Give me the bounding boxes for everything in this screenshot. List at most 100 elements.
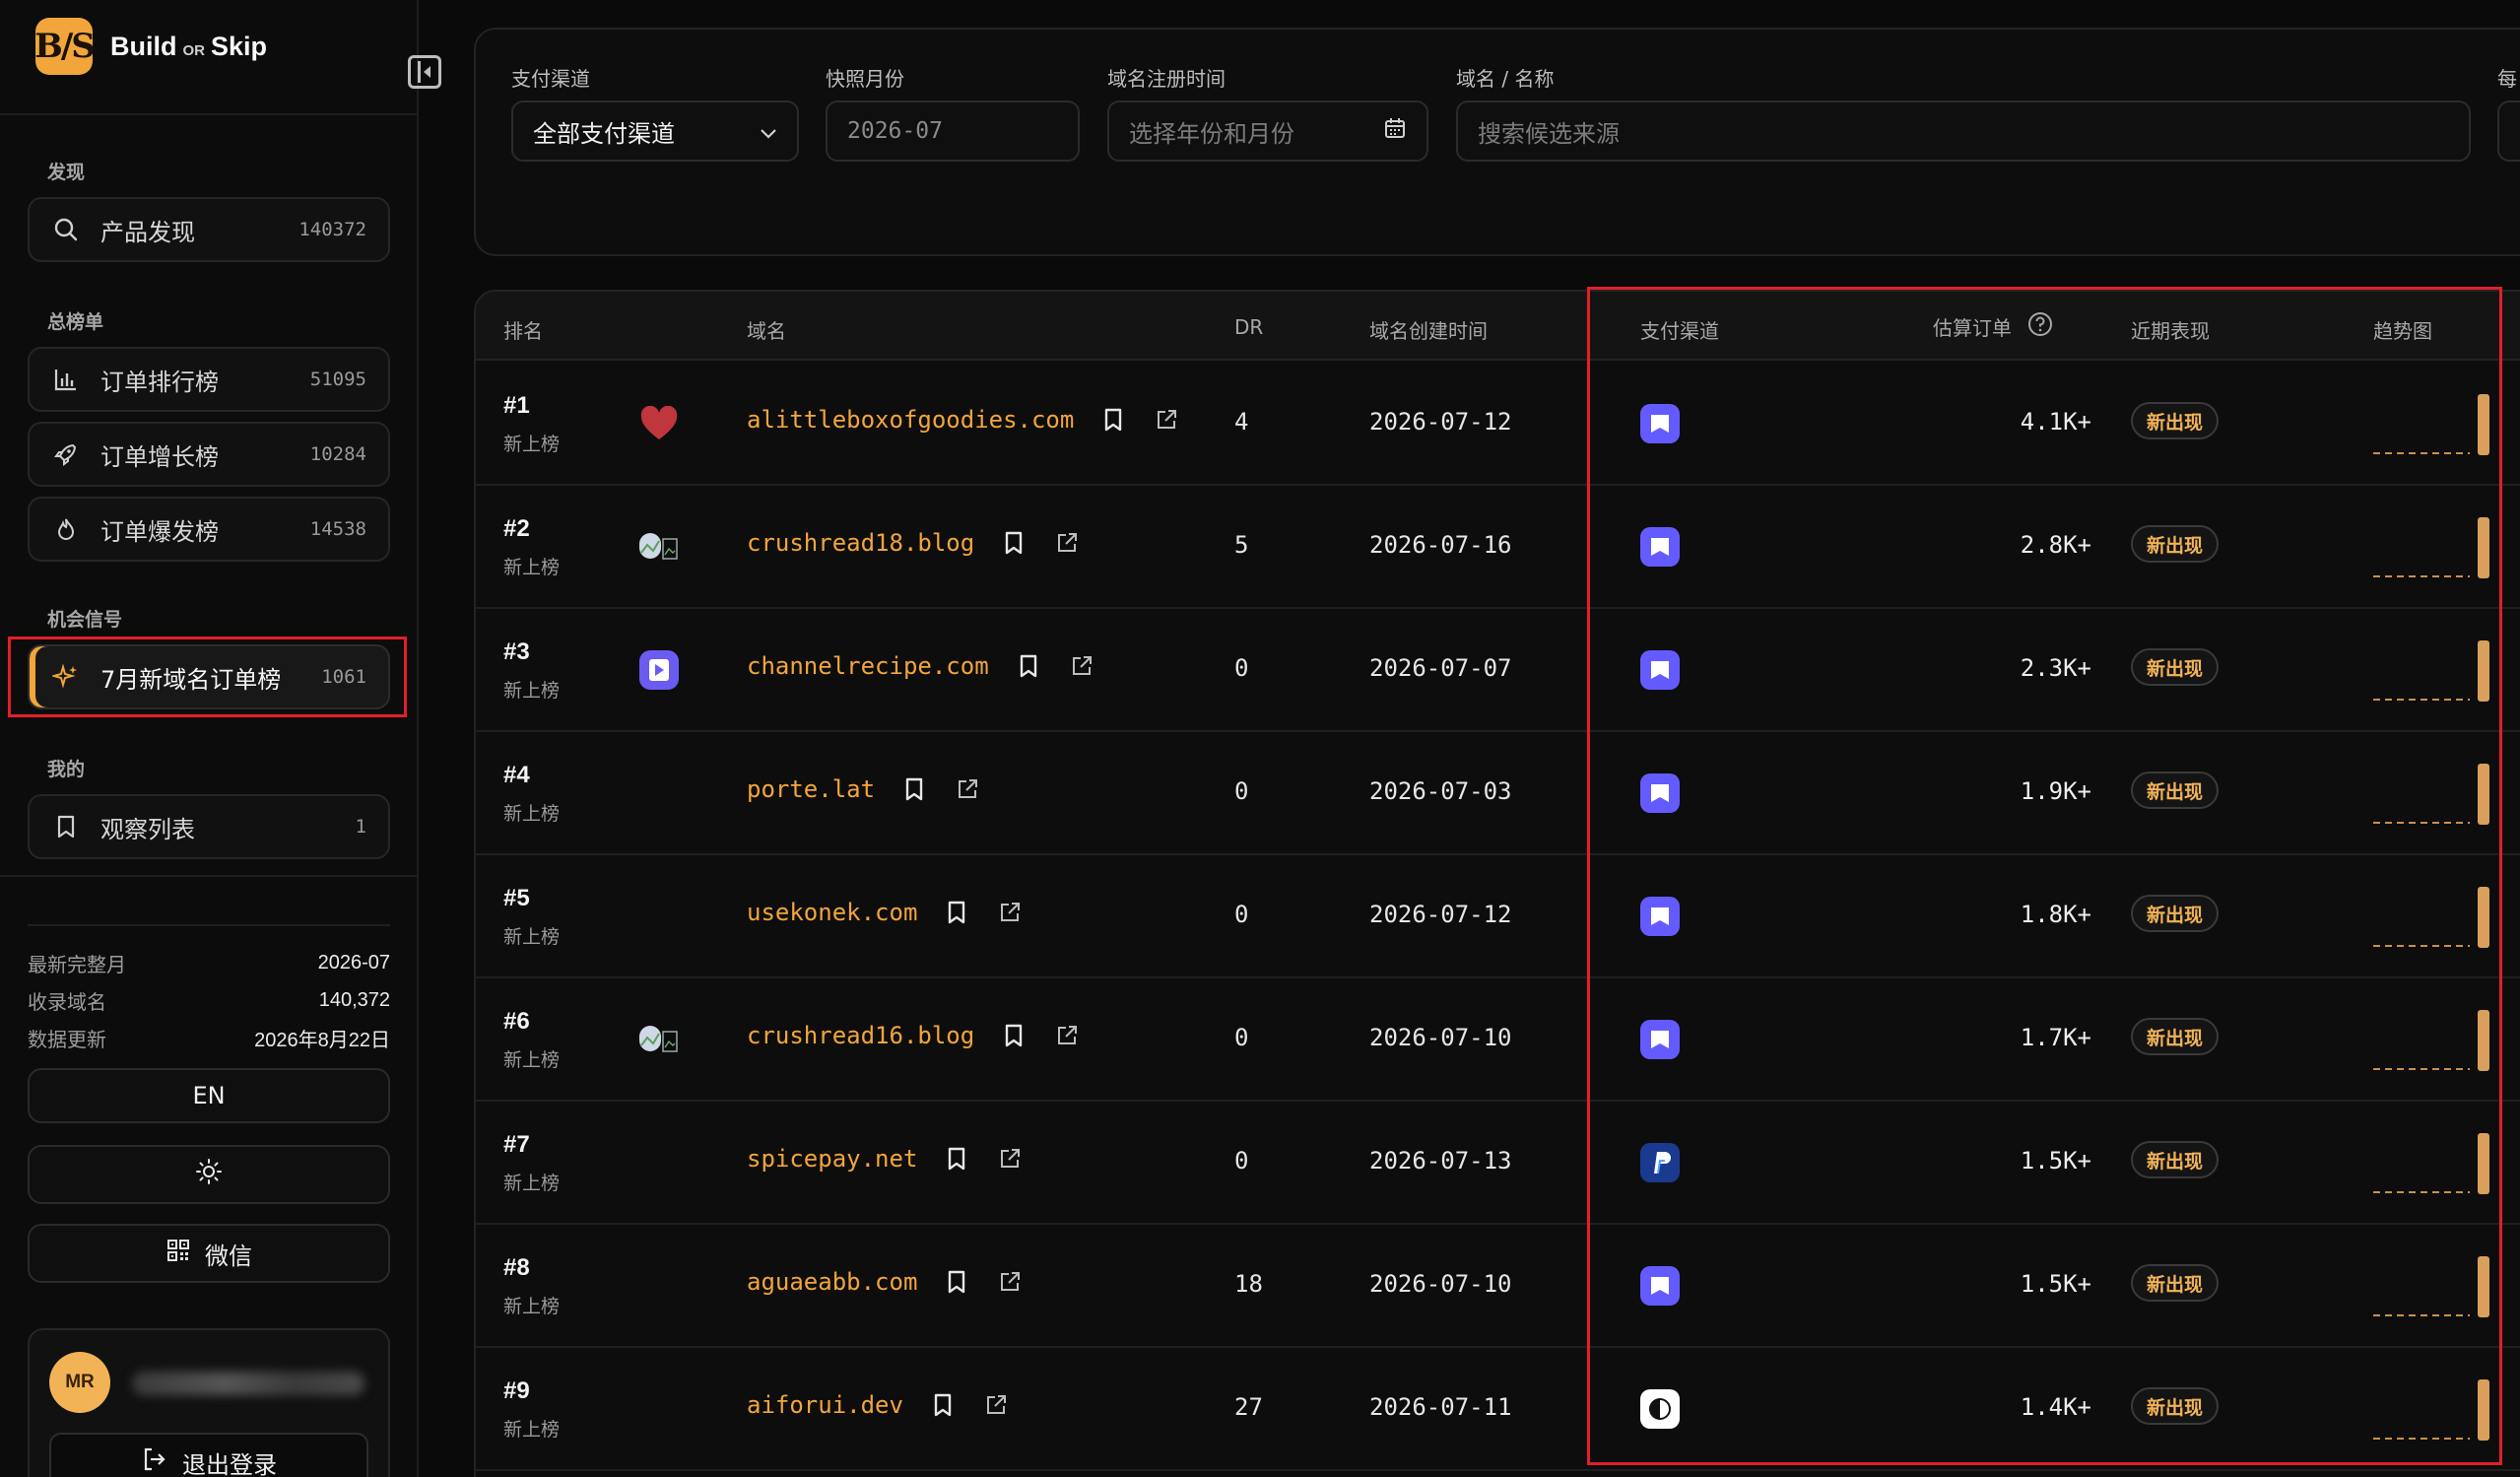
nav-item-watchlist[interactable]: 观察列表 1 [28, 794, 390, 859]
snapshot-month-input[interactable]: 2026-07 [826, 101, 1080, 162]
nav-item-product-discovery[interactable]: 产品发现 140372 [28, 197, 390, 262]
rank-status: 新上榜 [503, 1173, 561, 1194]
trend-sparkline [2373, 640, 2489, 702]
domain-link[interactable]: usekonek.com [747, 899, 917, 926]
external-link-icon[interactable] [1068, 652, 1095, 680]
bookmark-icon[interactable] [1015, 652, 1042, 680]
bookmark-icon[interactable] [1000, 1022, 1028, 1049]
estimated-orders: 2.3K+ [2020, 654, 2091, 682]
domain-cell: porte.lat [747, 775, 981, 803]
site-favicon-icon [637, 1018, 681, 1061]
table-header: 排名 域名 DR 域名创建时间 支付渠道 估算订单 近期表现 趋势图 [476, 292, 2520, 361]
rank: #3 [503, 638, 530, 665]
table-row[interactable]: #2 新上榜 crushread18.blog 5 2026-07-16 2.8K+ 新出现 [476, 486, 2520, 609]
domain-rating: 0 [1234, 1024, 1249, 1051]
bookmark-icon[interactable] [900, 775, 928, 803]
nav-item-order-growth[interactable]: 订单增长榜 10284 [28, 422, 390, 487]
site-favicon-icon [637, 525, 681, 569]
stat-key: 收录域名 [28, 989, 106, 1014]
bookmark-icon[interactable] [929, 1391, 957, 1419]
external-link-icon[interactable] [996, 1145, 1024, 1173]
bookmark-icon[interactable] [1000, 529, 1028, 557]
external-link-icon[interactable] [996, 899, 1024, 926]
domain-link[interactable]: porte.lat [747, 775, 875, 803]
theme-toggle-button[interactable] [28, 1145, 390, 1204]
bookmark-icon[interactable] [943, 1145, 970, 1173]
table-row[interactable]: #5 新上榜 usekonek.com 0 2026-07-12 1.8K+ 新出现 [476, 855, 2520, 978]
status-badge: 新出现 [2131, 1264, 2220, 1302]
stripe-icon [1640, 527, 1680, 567]
rank-status: 新上榜 [503, 926, 561, 948]
bar-chart-icon [51, 365, 81, 394]
estimated-orders: 1.7K+ [2020, 1024, 2091, 1051]
search-input[interactable]: 搜索候选来源 [1456, 101, 2471, 162]
table-row[interactable]: #1 新上榜 alittleboxofgoodies.com 4 2026-07-12 4… [476, 363, 2520, 486]
nav-item-order-burst[interactable]: 订单爆发榜 14538 [28, 497, 390, 562]
chevron-down-icon [760, 117, 777, 145]
table-row[interactable]: #7 新上榜 spicepay.net 0 2026-07-13 1.5K+ 新出现 [476, 1102, 2520, 1225]
status-badge: 新出现 [2131, 1018, 2220, 1055]
bookmark-icon[interactable] [943, 899, 970, 926]
extra-filter-input[interactable] [2497, 101, 2520, 162]
table-row[interactable]: #4 新上榜 porte.lat 0 2026-07-03 1.9K+ 新出现 [476, 732, 2520, 855]
rank-status: 新上榜 [503, 1296, 561, 1317]
status-badge: 新出现 [2131, 1141, 2220, 1178]
estimated-orders: 1.8K+ [2020, 901, 2091, 928]
domain-link[interactable]: crushread18.blog [747, 529, 974, 557]
trend-sparkline [2373, 1256, 2489, 1317]
stripe-icon [1640, 897, 1680, 936]
domain-link[interactable]: aguaeabb.com [747, 1268, 917, 1296]
nav-item-count: 1061 [321, 666, 366, 688]
stripe-icon [1640, 773, 1680, 813]
table-row[interactable]: #8 新上榜 aguaeabb.com 18 2026-07-10 1.5K+ 新出现 [476, 1225, 2520, 1348]
trend-sparkline [2373, 1133, 2489, 1194]
external-link-icon[interactable] [954, 775, 981, 803]
external-link-icon[interactable] [1053, 1022, 1081, 1049]
domain-rating: 5 [1234, 531, 1249, 559]
header-rank: 排名 [503, 319, 543, 343]
language-label: EN [192, 1082, 226, 1109]
divider [0, 875, 419, 877]
help-circle-icon[interactable] [2027, 311, 2053, 342]
header-dr[interactable]: DR [1234, 315, 1263, 339]
domain-cell: crushread18.blog [747, 529, 1081, 557]
avatar[interactable]: MR [49, 1352, 110, 1413]
domain-link[interactable]: aiforui.dev [747, 1391, 903, 1419]
brand[interactable]: B/S Build OR Skip [34, 16, 267, 77]
bookmark-icon[interactable] [1099, 406, 1127, 434]
external-link-icon[interactable] [982, 1391, 1010, 1419]
nav-item-count: 1 [355, 816, 366, 838]
domain-rating: 0 [1234, 777, 1249, 805]
snapshot-month-value: 2026-07 [847, 118, 943, 144]
site-favicon-icon [637, 402, 681, 445]
nav-item-new-domain-orders[interactable]: 7月新域名订单榜 1061 [28, 644, 390, 709]
search-icon [51, 215, 81, 244]
table-row[interactable]: #9 新上榜 aiforui.dev 27 2026-07-11 1.4K+ 新出现 [476, 1348, 2520, 1471]
logout-button[interactable]: 退出登录 [49, 1433, 368, 1477]
nav-item-label: 订单排行榜 [100, 368, 219, 396]
nav-item-order-ranking[interactable]: 订单排行榜 51095 [28, 347, 390, 412]
nav-item-label: 7月新域名订单榜 [100, 665, 282, 694]
domain-link[interactable]: alittleboxofgoodies.com [747, 406, 1074, 434]
rocket-icon [51, 439, 81, 469]
estimated-orders: 4.1K+ [2020, 408, 2091, 436]
external-link-icon[interactable] [1153, 406, 1180, 434]
table-row[interactable]: #3 新上榜 channelrecipe.com 0 2026-07-07 2.3K+ 新出… [476, 609, 2520, 732]
rank: #6 [503, 1008, 530, 1035]
external-link-icon[interactable] [996, 1268, 1024, 1296]
bookmark-icon[interactable] [943, 1268, 970, 1296]
wechat-button[interactable]: 微信 [28, 1224, 390, 1283]
header-created[interactable]: 域名创建时间 [1369, 315, 1488, 344]
header-orders[interactable]: 估算订单 [1933, 311, 2053, 342]
external-link-icon[interactable] [1053, 529, 1081, 557]
nav-item-label: 产品发现 [100, 218, 195, 246]
domain-cell: channelrecipe.com [747, 652, 1095, 680]
domain-link[interactable]: crushread16.blog [747, 1022, 974, 1049]
table-row[interactable]: #6 新上榜 crushread16.blog 0 2026-07-10 1.7K+ 新出现 [476, 978, 2520, 1102]
domain-link[interactable]: spicepay.net [747, 1145, 917, 1173]
domain-link[interactable]: channelrecipe.com [747, 652, 989, 680]
language-toggle-button[interactable]: EN [28, 1068, 390, 1123]
sidebar-collapse-icon[interactable] [408, 55, 441, 89]
registered-month-input[interactable]: 选择年份和月份 [1107, 101, 1428, 162]
payment-select[interactable]: 全部支付渠道 [511, 101, 799, 162]
